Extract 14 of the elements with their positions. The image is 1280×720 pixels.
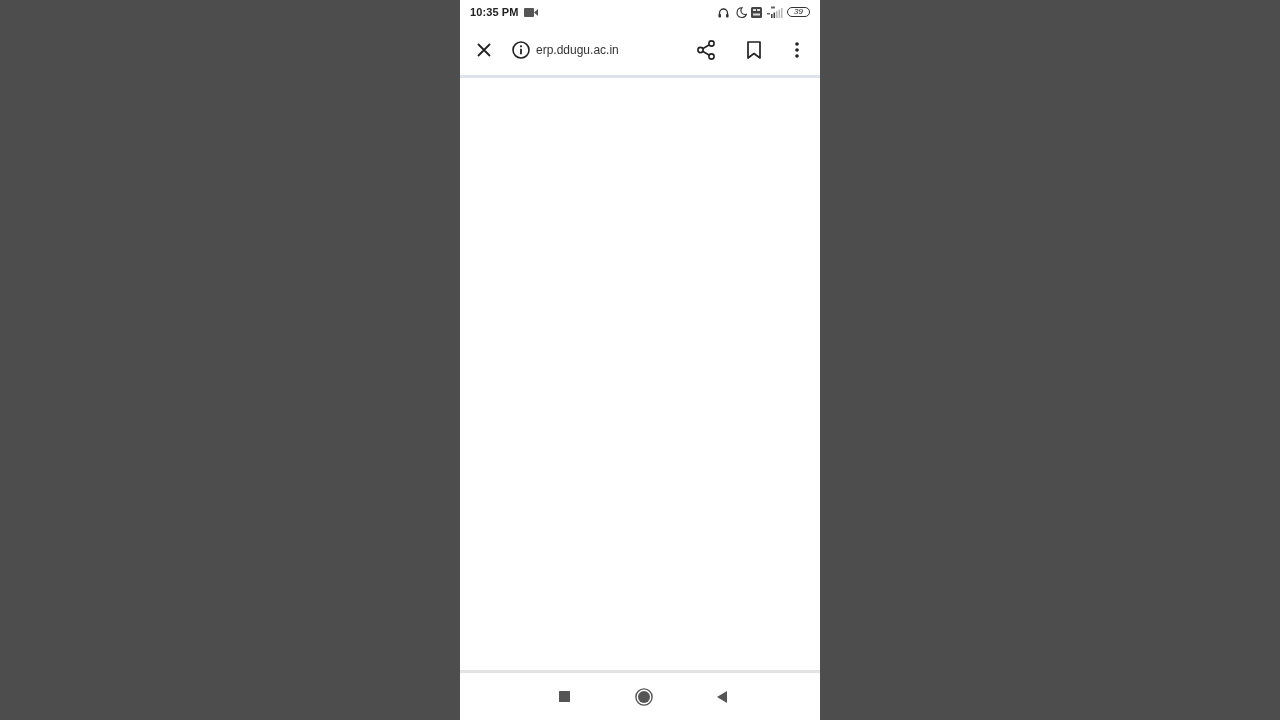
- volte-icon: [751, 6, 762, 18]
- status-time: 10:35 PM: [470, 6, 519, 18]
- share-icon[interactable]: [696, 39, 716, 60]
- home-icon[interactable]: [635, 687, 653, 706]
- headphones-icon: [718, 6, 729, 18]
- more-options-icon[interactable]: [795, 41, 799, 58]
- page-url[interactable]: erp.ddugu.ac.in: [536, 42, 619, 57]
- back-icon[interactable]: [717, 690, 727, 703]
- video-camera-icon: [523, 7, 538, 17]
- bookmark-icon[interactable]: [747, 40, 761, 59]
- info-icon[interactable]: [512, 40, 530, 59]
- signal-icon: [766, 6, 783, 18]
- moon-icon: [736, 6, 747, 18]
- close-icon[interactable]: [477, 42, 491, 57]
